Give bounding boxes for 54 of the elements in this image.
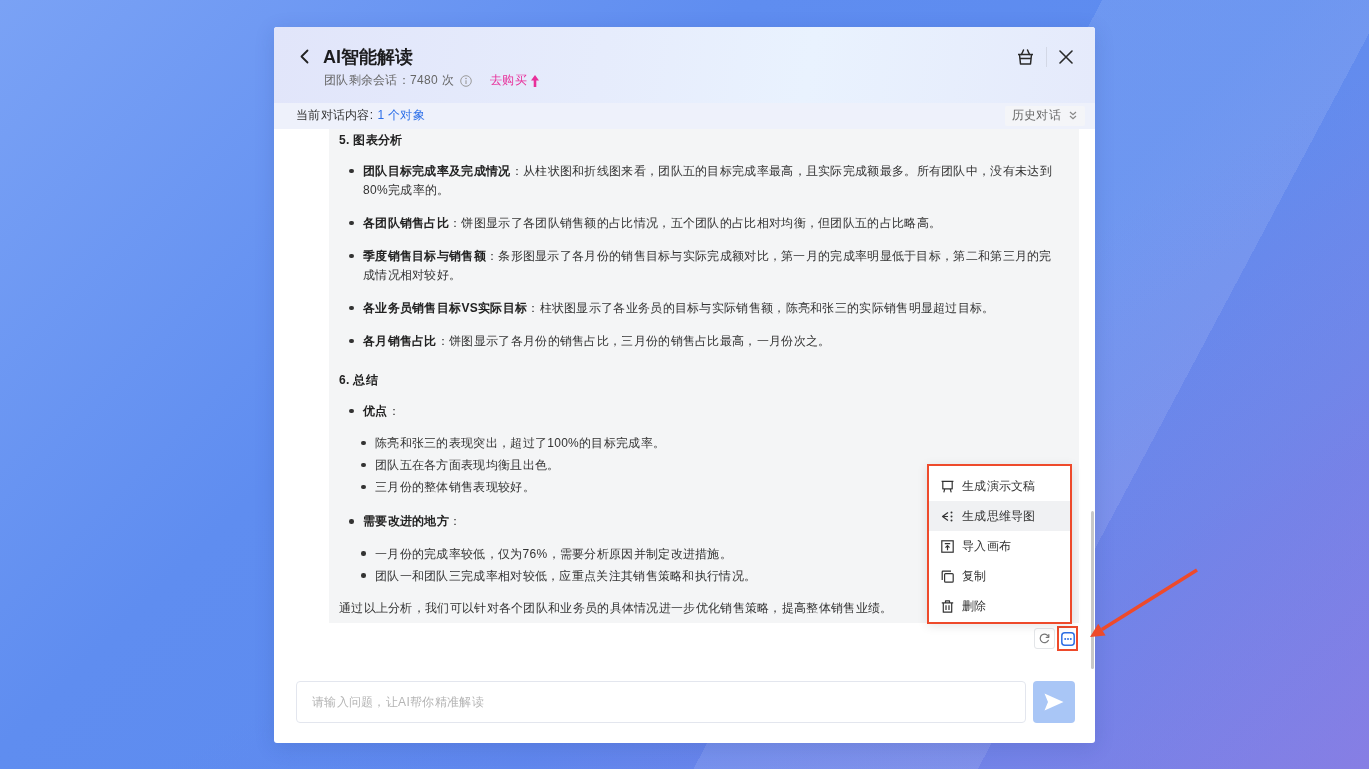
list-item-text: 团队一和团队三完成率相对较低，应重点关注其销售策略和执行情况。 — [375, 567, 757, 585]
bullet-icon — [349, 338, 354, 344]
menu-item[interactable]: 复制 — [929, 561, 1070, 591]
mind-map-icon — [941, 509, 954, 523]
list-item-text: 一月份的完成率较低，仅为76%，需要分析原因并制定改进措施。 — [375, 545, 733, 563]
bullet-icon — [349, 519, 354, 524]
double-chevron-icon — [1069, 111, 1077, 120]
list-item-text: 陈亮和张三的表现突出，超过了100%的目标完成率。 — [375, 435, 666, 452]
history-button[interactable]: 历史对话 — [1004, 105, 1085, 126]
bullet-icon — [349, 305, 354, 311]
basket-icon[interactable] — [1017, 48, 1034, 65]
quota-text: 团队剩余会话：7480 次 — [324, 72, 454, 89]
trash-icon — [941, 599, 954, 613]
menu-item[interactable]: 导入画布 — [929, 531, 1070, 561]
object-link[interactable]: 1 个对象 — [377, 107, 425, 124]
close-icon[interactable] — [1059, 49, 1073, 64]
back-icon[interactable] — [300, 49, 309, 64]
refresh-icon — [1039, 633, 1050, 644]
list-item-text: 季度销售目标与销售额：条形图显示了各月份的销售目标与实际完成额对比，第一月的完成率明显低于目标，第二和第三月的完成情况相对较好。 — [363, 247, 1053, 284]
arrow-up-icon — [530, 74, 539, 87]
bullet-icon — [349, 408, 354, 414]
dialog-title: AI智能解读 — [323, 45, 413, 69]
bullet-icon — [361, 484, 366, 490]
bullet-icon — [361, 462, 366, 468]
bullet-icon — [361, 573, 366, 578]
bullet-icon — [361, 551, 366, 556]
bullet-icon — [349, 168, 354, 174]
section-heading: 5. 图表分析 — [339, 131, 403, 149]
presentation-board-icon — [941, 479, 954, 493]
conclusion-text: 通过以上分析，我们可以针对各个团队和业务员的具体情况进一步优化销售策略，提高整体销售业绩。 — [339, 600, 893, 617]
scrollbar-thumb[interactable] — [1091, 510, 1094, 669]
menu-item[interactable]: 删除 — [929, 591, 1070, 621]
more-button[interactable] — [1057, 626, 1078, 651]
list-item-text: 优点： — [363, 402, 400, 420]
bullet-icon — [361, 440, 366, 446]
send-icon — [1044, 692, 1064, 711]
menu-item[interactable]: 生成演示文稿 — [929, 471, 1070, 501]
list-item-text: 需要改进的地方： — [363, 513, 462, 530]
more-icon — [1060, 631, 1075, 646]
section-heading: 6. 总结 — [339, 371, 378, 389]
list-item-text: 各业务员销售目标VS实际目标：柱状图显示了各业务员的目标与实际销售额，陈亮和张三的实际销售明显超过目标。 — [363, 299, 995, 317]
question-input[interactable]: 请输入问题，让AI帮你精准解读 — [296, 680, 1026, 723]
list-item-text: 团队目标完成率及完成情况：从柱状图和折线图来看，团队五的目标完成率最高，且实际完成额最多。所有团队中，没有未达到80%完成率的。 — [363, 162, 1053, 199]
list-item-text: 团队五在各方面表现均衡且出色。 — [375, 457, 560, 474]
regenerate-button[interactable] — [1034, 628, 1055, 649]
bullet-icon — [349, 220, 354, 226]
list-item-text: 三月份的整体销售表现较好。 — [375, 479, 535, 496]
list-item-text: 各月销售占比：饼图显示了各月份的销售占比，三月份的销售占比最高，一月份次之。 — [363, 332, 831, 350]
upload-box-icon — [941, 539, 954, 553]
bullet-icon — [349, 253, 354, 259]
list-item-text: 各团队销售占比：饼图显示了各团队销售额的占比情况，五个团队的占比相对均衡，但团队五的占比略高。 — [363, 214, 942, 232]
context-label: 当前对话内容: — [296, 107, 374, 124]
menu-item[interactable]: 生成思维导图 — [929, 501, 1070, 531]
copy-icon — [941, 569, 954, 583]
